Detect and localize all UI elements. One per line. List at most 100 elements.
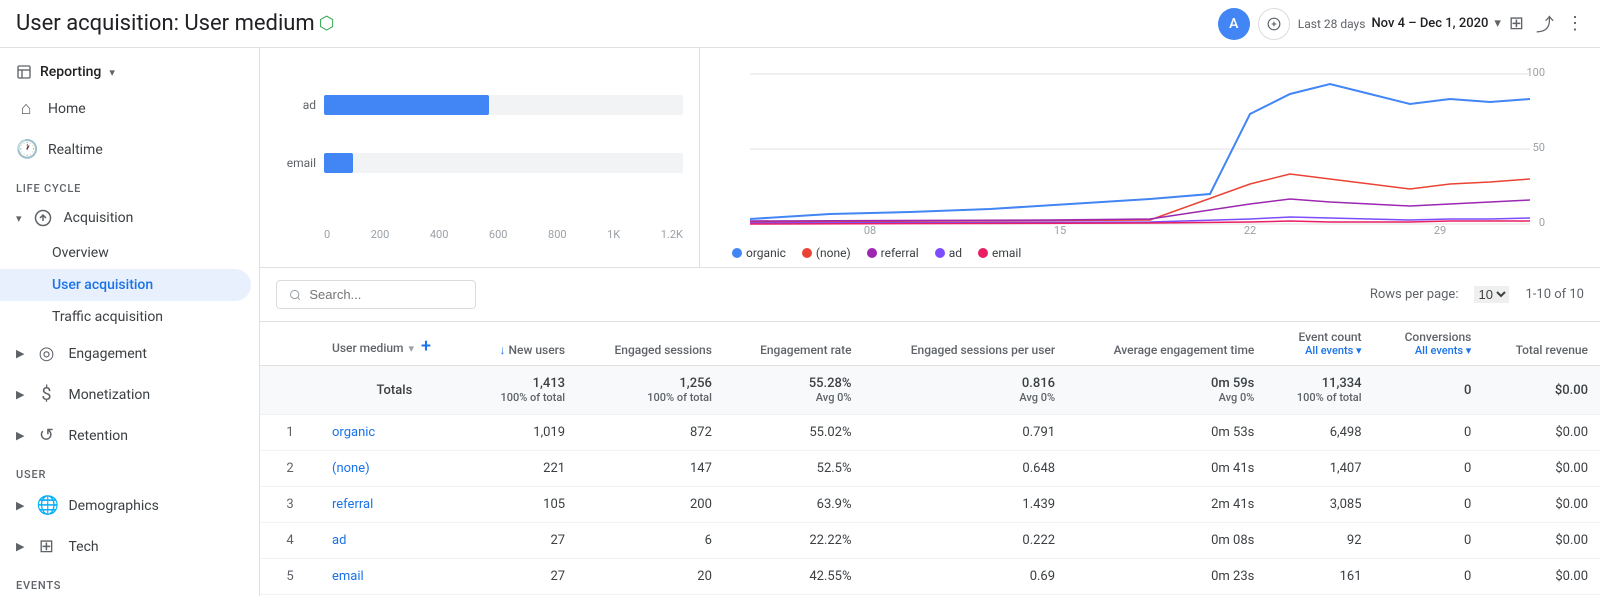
sidebar-item-tech[interactable]: ▶ ⊞ Tech: [0, 526, 251, 567]
row-medium[interactable]: (none): [320, 451, 469, 487]
legend-none: (none): [802, 246, 851, 260]
table-header-row: User medium ▾ + ↓ New users Engaged sess…: [260, 322, 1600, 366]
table-row: 2 (none) 221 147 52.5% 0.648 0m 41s 1,40…: [260, 451, 1600, 487]
totals-engagement-rate: 55.28% Avg 0%: [724, 366, 864, 415]
row-total-revenue: $0.00: [1483, 523, 1600, 559]
table-toolbar: Rows per page: 10 25 50 1-10 of 10: [260, 268, 1600, 322]
monetization-label: Monetization: [68, 387, 150, 403]
external-link-icon[interactable]: ⬡: [319, 13, 335, 34]
chart-area: ad email 0 20: [260, 48, 1600, 268]
row-engagement-rate: 63.9%: [724, 487, 864, 523]
bar-track-email: [324, 153, 683, 173]
rows-per-page-label: Rows per page:: [1370, 287, 1459, 302]
share-icon[interactable]: ⤴: [1536, 11, 1554, 37]
table-row: 4 ad 27 6 22.22% 0.222 0m 08s 92 0 $0.00: [260, 523, 1600, 559]
bar-fill-email: [324, 153, 353, 173]
sidebar-item-demographics[interactable]: ▶ 🌐 Demographics: [0, 485, 251, 526]
add-comparison-button[interactable]: [1258, 8, 1290, 40]
engaged-sessions-label: Engaged sessions: [615, 343, 712, 357]
row-engaged-sessions: 20: [577, 559, 724, 595]
row-medium[interactable]: referral: [320, 487, 469, 523]
engagement-rate-label: Engagement rate: [760, 343, 851, 357]
retention-icon: ↺: [36, 425, 56, 446]
row-total-revenue: $0.00: [1483, 559, 1600, 595]
row-medium[interactable]: ad: [320, 523, 469, 559]
engagement-icon: ◎: [36, 343, 56, 364]
row-engaged-sessions: 6: [577, 523, 724, 559]
acquisition-subnav: Overview User acquisition Traffic acquis…: [0, 237, 259, 333]
search-box[interactable]: [276, 280, 476, 309]
date-dropdown-icon[interactable]: ▾: [1494, 16, 1501, 31]
total-revenue-label: Total revenue: [1516, 343, 1588, 357]
organic-line: [750, 84, 1530, 219]
sidebar-item-home[interactable]: ⌂ Home: [0, 88, 251, 129]
organic-dot: [732, 248, 742, 258]
none-line: [750, 174, 1530, 222]
line-chart: 100 50 0: [700, 48, 1600, 267]
row-new-users: 27: [469, 559, 577, 595]
add-column-button[interactable]: +: [421, 336, 431, 357]
x-label-nov8: 08: [864, 224, 876, 234]
conversions-filter[interactable]: All events ▾: [1386, 344, 1472, 357]
avg-engagement-label: Average engagement time: [1114, 343, 1255, 357]
event-count-filter[interactable]: All events ▾: [1278, 344, 1361, 357]
axis-400: 400: [430, 228, 449, 241]
row-engagement-rate: 55.02%: [724, 415, 864, 451]
sidebar-item-monetization[interactable]: ▶ $ Monetization: [0, 374, 251, 415]
acquisition-label: Acquisition: [64, 210, 134, 226]
row-total-revenue: $0.00: [1483, 487, 1600, 523]
totals-engaged-sessions: 1,256 100% of total: [577, 366, 724, 415]
engaged-per-user-label: Engaged sessions per user: [911, 343, 1055, 357]
row-avg-engagement: 0m 53s: [1067, 415, 1266, 451]
table-icon[interactable]: ⊞: [1509, 13, 1524, 34]
sidebar-header[interactable]: Reporting ▾: [0, 56, 259, 88]
sidebar-item-retention[interactable]: ▶ ↺ Retention: [0, 415, 251, 456]
table-row: 1 organic 1,019 872 55.02% 0.791 0m 53s …: [260, 415, 1600, 451]
date-label: Last 28 days: [1298, 17, 1366, 31]
sidebar-item-user-acquisition[interactable]: User acquisition: [0, 269, 251, 301]
col-avg-engagement: Average engagement time: [1067, 322, 1266, 366]
row-event-count: 161: [1266, 559, 1373, 595]
col-new-users[interactable]: ↓ New users: [469, 322, 577, 366]
conversions-label: Conversions: [1386, 330, 1472, 344]
sidebar-item-acquisition[interactable]: ▾ Acquisition: [0, 199, 259, 237]
row-medium[interactable]: email: [320, 559, 469, 595]
data-table: User medium ▾ + ↓ New users Engaged sess…: [260, 322, 1600, 596]
home-label: Home: [48, 101, 86, 117]
user-medium-dropdown[interactable]: ▾: [409, 342, 415, 355]
row-engaged-per-user: 0.69: [864, 559, 1068, 595]
bar-chart-inner: ad email: [276, 64, 683, 224]
bar-row-ad: ad: [276, 91, 683, 119]
row-avg-engagement: 0m 41s: [1067, 451, 1266, 487]
rows-per-page-select[interactable]: 10 25 50: [1474, 286, 1509, 303]
sidebar-item-realtime[interactable]: 🕐 Realtime: [0, 129, 251, 170]
search-input[interactable]: [309, 287, 463, 302]
ad-dot: [935, 248, 945, 258]
totals-engaged-per-user: 0.816 Avg 0%: [864, 366, 1068, 415]
more-options-icon[interactable]: ⋮: [1566, 13, 1584, 34]
totals-avg-engagement: 0m 59s Avg 0%: [1067, 366, 1266, 415]
row-engaged-per-user: 0.648: [864, 451, 1068, 487]
avatar[interactable]: A: [1218, 8, 1250, 40]
row-engagement-rate: 42.55%: [724, 559, 864, 595]
table-pagination: Rows per page: 10 25 50 1-10 of 10: [1370, 286, 1584, 303]
none-label: (none): [816, 246, 851, 260]
axis-1-2k: 1.2K: [661, 228, 683, 241]
sidebar-item-traffic-acquisition[interactable]: Traffic acquisition: [0, 301, 251, 333]
sidebar-item-overview[interactable]: Overview: [0, 237, 251, 269]
row-num: 2: [260, 451, 320, 487]
acquisition-icon: [34, 209, 52, 227]
date-range[interactable]: Last 28 days Nov 4 – Dec 1, 2020 ▾: [1298, 16, 1501, 31]
axis-600: 600: [489, 228, 508, 241]
row-event-count: 92: [1266, 523, 1373, 559]
row-conversions: 0: [1374, 559, 1484, 595]
col-user-medium[interactable]: User medium ▾ +: [320, 322, 469, 366]
new-users-label: New users: [509, 343, 566, 357]
sidebar-item-engagement[interactable]: ▶ ◎ Engagement: [0, 333, 251, 374]
row-medium[interactable]: organic: [320, 415, 469, 451]
x-label-22: 22: [1244, 224, 1256, 234]
main-layout: Reporting ▾ ⌂ Home 🕐 Realtime LIFE CYCLE…: [0, 48, 1600, 596]
row-engaged-sessions: 872: [577, 415, 724, 451]
row-num: 3: [260, 487, 320, 523]
col-event-count: Event count All events ▾: [1266, 322, 1373, 366]
